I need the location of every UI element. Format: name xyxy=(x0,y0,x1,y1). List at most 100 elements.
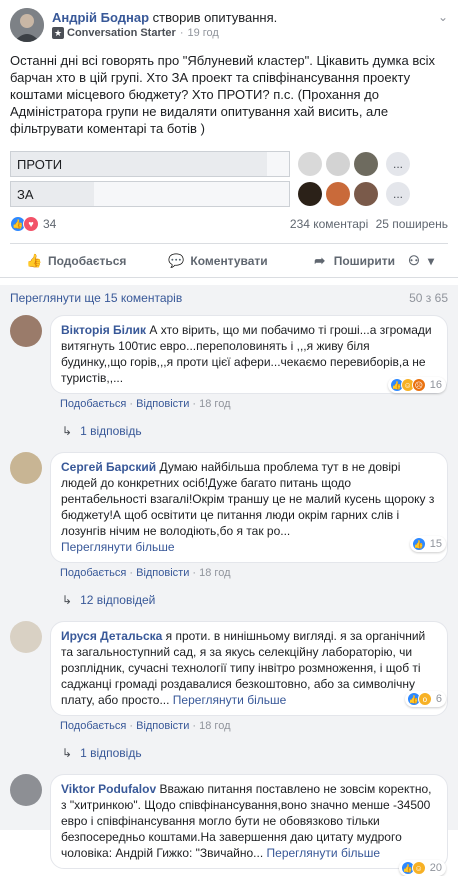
comment-time[interactable]: 18 год xyxy=(199,720,230,732)
replies-count: 1 відповідь xyxy=(80,424,142,438)
like-reaction-icon: 👍 xyxy=(411,537,426,551)
comments-counter: 50 з 65 xyxy=(409,291,448,305)
poll-option-proty[interactable]: ПРОТИ xyxy=(10,151,290,177)
comment-react-count: 6 xyxy=(435,693,442,705)
poll-voters: ... xyxy=(298,182,410,206)
audience-selector[interactable]: ⚇ ▾ xyxy=(406,253,434,269)
comments-count[interactable]: 234 коментарі xyxy=(290,217,368,231)
comment-time[interactable]: 18 год xyxy=(199,398,230,410)
poll-option-label: ЗА xyxy=(17,186,34,202)
like-button[interactable]: 👍 Подобається xyxy=(26,253,126,269)
replies-link[interactable]: ↳ 1 відповідь xyxy=(62,746,448,760)
poll-option-row: ПРОТИ ... xyxy=(10,151,448,177)
comment-react-count: 20 xyxy=(429,862,442,874)
commenter-avatar[interactable] xyxy=(10,774,42,806)
comment-like-link[interactable]: Подобається xyxy=(60,398,126,410)
angry-reaction-icon: ☹ xyxy=(411,378,426,392)
comment-bubble: Viktor Podufalov Вважаю питання поставле… xyxy=(50,774,448,869)
haha-reaction-icon: ☺ xyxy=(411,861,426,875)
replies-link[interactable]: ↳ 1 відповідь xyxy=(62,424,448,438)
comment-reactions[interactable]: 👍 ☺ 20 xyxy=(398,860,446,876)
separator-dot: · xyxy=(179,27,184,39)
shares-count[interactable]: 25 поширень xyxy=(376,217,448,231)
comment: Вікторія Білик А хто вірить, що ми побач… xyxy=(10,315,448,410)
comment-bubble: Сергей Барский Думаю найбільша проблема … xyxy=(50,452,448,563)
comment-like-link[interactable]: Подобається xyxy=(60,567,126,579)
comment-actions: Подобається · Відповісти · 18 год xyxy=(60,720,231,732)
author-name[interactable]: Андрій Боднар xyxy=(52,10,149,25)
comment-reactions[interactable]: 👍 ☺ ☹ 16 xyxy=(387,377,446,393)
voter-avatar[interactable] xyxy=(354,152,378,176)
voter-avatar[interactable] xyxy=(354,182,378,206)
comment: Сергей Барский Думаю найбільша проблема … xyxy=(10,452,448,579)
comment-bubble: Ируся Детальска я проти. в нинішньому ви… xyxy=(50,621,448,716)
post-header-text: Андрій Боднар створив опитування. ★ Conv… xyxy=(52,10,438,39)
post-time[interactable]: 19 год xyxy=(187,27,218,39)
comment-reactions[interactable]: 👍 15 xyxy=(409,536,446,552)
share-button[interactable]: ➦ Поширити xyxy=(312,253,395,269)
comment-react-count: 16 xyxy=(429,379,442,391)
replies-count: 12 відповідей xyxy=(80,593,156,607)
comment-like-link[interactable]: Подобається xyxy=(60,720,126,732)
post-action-text: створив опитування. xyxy=(152,10,278,25)
commenter-name[interactable]: Вікторія Білик xyxy=(61,323,146,337)
commenter-avatar[interactable] xyxy=(10,621,42,653)
reply-arrow-icon: ↳ xyxy=(62,424,73,438)
post-text: Останні дні всі говорять про "Яблуневий … xyxy=(10,53,435,136)
voter-avatar[interactable] xyxy=(298,152,322,176)
commenter-name[interactable]: Viktor Podufalov xyxy=(61,782,156,796)
voter-avatar[interactable] xyxy=(326,152,350,176)
poll: ПРОТИ ... ЗА ... xyxy=(10,151,448,207)
reactions-count: 34 xyxy=(43,217,57,231)
comment-reply-link[interactable]: Відповісти xyxy=(136,720,189,732)
voter-avatar[interactable] xyxy=(326,182,350,206)
comment-reply-link[interactable]: Відповісти xyxy=(136,567,189,579)
share-arrow-icon: ➦ xyxy=(314,252,326,268)
dropdown-caret-icon: ▾ xyxy=(427,253,434,268)
view-more-comments-link[interactable]: Переглянути ще 15 коментарів xyxy=(10,291,182,305)
group-icon: ⚇ xyxy=(408,252,420,268)
comment-reply-link[interactable]: Відповісти xyxy=(136,398,189,410)
thumbs-up-icon: 👍 xyxy=(26,252,43,268)
badge-icon: ★ xyxy=(52,27,64,39)
see-more-link[interactable]: Переглянути більше xyxy=(173,693,287,707)
commenter-name[interactable]: Ируся Детальска xyxy=(61,629,162,643)
comment: Viktor Podufalov Вважаю питання поставле… xyxy=(10,774,448,876)
comment-button[interactable]: 💬 Коментувати xyxy=(168,253,267,269)
post-actions: 👍 Подобається 💬 Коментувати ➦ Поширити ⚇… xyxy=(10,243,448,277)
like-button-label: Подобається xyxy=(48,253,127,268)
post: Андрій Боднар створив опитування. ★ Conv… xyxy=(0,0,458,277)
reply-arrow-icon: ↳ xyxy=(62,746,73,760)
see-more-link[interactable]: Переглянути більше xyxy=(61,540,175,554)
post-stats: 👍 ♥ 34 234 коментарі 25 поширень xyxy=(10,211,448,237)
reply-arrow-icon: ↳ xyxy=(62,593,73,607)
chevron-down-icon[interactable]: ⌄ xyxy=(438,10,448,24)
voter-avatar[interactable] xyxy=(298,182,322,206)
more-voters-button[interactable]: ... xyxy=(386,182,410,206)
replies-count: 1 відповідь xyxy=(80,746,142,760)
comment-reactions[interactable]: 👍 o 6 xyxy=(404,691,446,707)
comment-time[interactable]: 18 год xyxy=(199,567,230,579)
poll-option-row: ЗА ... xyxy=(10,181,448,207)
love-reaction-icon: ♥ xyxy=(23,216,39,232)
comment-actions: Подобається · Відповісти · 18 год xyxy=(60,567,231,579)
poll-option-za[interactable]: ЗА xyxy=(10,181,290,207)
commenter-avatar[interactable] xyxy=(10,315,42,347)
post-header: Андрій Боднар створив опитування. ★ Conv… xyxy=(10,8,448,48)
poll-option-label: ПРОТИ xyxy=(17,156,63,172)
author-avatar[interactable] xyxy=(10,8,44,42)
comments-header: Переглянути ще 15 коментарів 50 з 65 xyxy=(10,291,448,305)
comment-react-count: 15 xyxy=(429,538,442,550)
comment: Ируся Детальска я проти. в нинішньому ви… xyxy=(10,621,448,732)
reactions-summary[interactable]: 👍 ♥ 34 xyxy=(10,216,56,232)
poll-voters: ... xyxy=(298,152,410,176)
replies-link[interactable]: ↳ 12 відповідей xyxy=(62,593,448,607)
comment-actions: Подобається · Відповісти · 18 год xyxy=(60,398,231,410)
commenter-avatar[interactable] xyxy=(10,452,42,484)
see-more-link[interactable]: Переглянути більше xyxy=(267,846,381,860)
divider xyxy=(0,277,458,285)
speech-bubble-icon: 💬 xyxy=(168,252,185,268)
more-voters-button[interactable]: ... xyxy=(386,152,410,176)
wow-reaction-icon: o xyxy=(417,692,432,706)
commenter-name[interactable]: Сергей Барский xyxy=(61,460,156,474)
